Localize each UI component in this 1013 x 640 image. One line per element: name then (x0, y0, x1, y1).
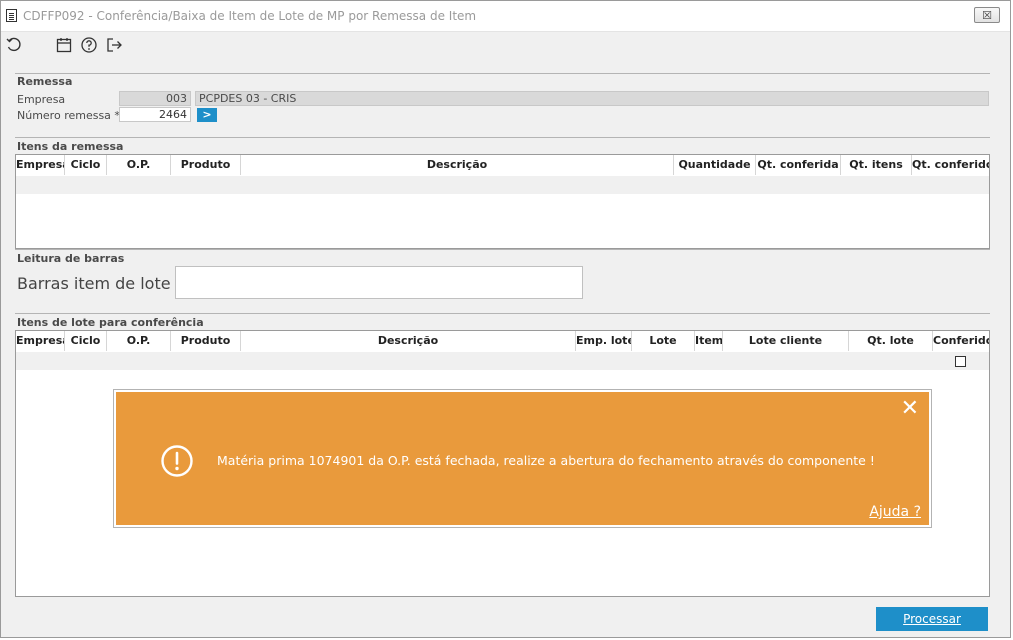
toast-message: Matéria prima 1074901 da O.P. está fecha… (217, 453, 875, 468)
section-title-itens-lote: Itens de lote para conferência (17, 316, 204, 329)
warning-toast: ✕ Matéria prima 1074901 da O.P. está fec… (114, 390, 931, 527)
title-bar: CDFFP092 - Conferência/Baixa de Item de … (1, 1, 1010, 32)
toolbar (1, 32, 1010, 58)
column-header-empresa[interactable]: Empresa (16, 155, 65, 175)
column-header-lote[interactable]: Lote (632, 331, 695, 351)
empresa-name-field: PCPDES 03 - CRIS (195, 91, 989, 106)
column-header-qt-conferido[interactable]: Qt. conferido (912, 155, 989, 175)
barras-label: Barras item de lote (17, 274, 171, 293)
numero-remessa-input[interactable]: 2464 (119, 107, 191, 122)
alert-circle-icon (160, 444, 194, 478)
grid-header: Empresa Ciclo O.P. Produto Descrição Emp… (16, 331, 989, 351)
column-header-produto[interactable]: Produto (171, 155, 241, 175)
calendar-icon[interactable] (55, 36, 73, 54)
column-header-ciclo[interactable]: Ciclo (65, 331, 107, 351)
section-title-itens-remessa: Itens da remessa (17, 140, 124, 153)
column-header-item[interactable]: Item (695, 331, 723, 351)
main-window: CDFFP092 - Conferência/Baixa de Item de … (0, 0, 1011, 638)
empresa-code-field: 003 (119, 91, 191, 106)
column-header-descricao[interactable]: Descrição (241, 155, 674, 175)
column-header-conferido[interactable]: Conferido (933, 331, 989, 351)
help-icon[interactable] (80, 36, 98, 54)
divider (15, 313, 990, 314)
barras-input[interactable] (175, 266, 583, 299)
column-header-quantidade[interactable]: Quantidade (674, 155, 756, 175)
document-icon (6, 9, 17, 22)
numero-remessa-label: Número remessa * (17, 109, 120, 122)
column-header-op[interactable]: O.P. (107, 331, 171, 351)
close-window-button[interactable]: ☒ (974, 7, 1000, 23)
close-icon[interactable]: ✕ (901, 398, 919, 420)
column-header-qt-lote[interactable]: Qt. lote (849, 331, 933, 351)
column-header-descricao[interactable]: Descrição (241, 331, 576, 351)
itens-remessa-grid: Empresa Ciclo O.P. Produto Descrição Qua… (15, 154, 990, 249)
empresa-label: Empresa (17, 93, 66, 106)
refresh-icon[interactable] (5, 36, 23, 54)
column-header-qt-itens[interactable]: Qt. itens (841, 155, 912, 175)
column-header-qt-conferida[interactable]: Qt. conferida (756, 155, 841, 175)
section-title-leitura: Leitura de barras (17, 252, 125, 265)
section-title-remessa: Remessa (17, 75, 73, 88)
window-title: CDFFP092 - Conferência/Baixa de Item de … (23, 9, 477, 23)
column-header-emp-lote[interactable]: Emp. lote (576, 331, 632, 351)
column-header-op[interactable]: O.P. (107, 155, 171, 175)
grid-header: Empresa Ciclo O.P. Produto Descrição Qua… (16, 155, 989, 175)
divider (15, 137, 990, 138)
help-link[interactable]: Ajuda ? (869, 504, 921, 520)
table-row[interactable] (16, 352, 989, 370)
conferido-checkbox[interactable] (955, 356, 966, 367)
divider (15, 249, 990, 250)
search-remessa-button[interactable]: > (197, 108, 217, 122)
divider (15, 73, 990, 74)
exit-icon[interactable] (105, 36, 123, 54)
table-row[interactable] (16, 176, 989, 194)
column-header-ciclo[interactable]: Ciclo (65, 155, 107, 175)
process-button[interactable]: Processar (876, 607, 988, 631)
column-header-produto[interactable]: Produto (171, 331, 241, 351)
column-header-empresa[interactable]: Empresa (16, 331, 65, 351)
column-header-lote-cliente[interactable]: Lote cliente (723, 331, 849, 351)
